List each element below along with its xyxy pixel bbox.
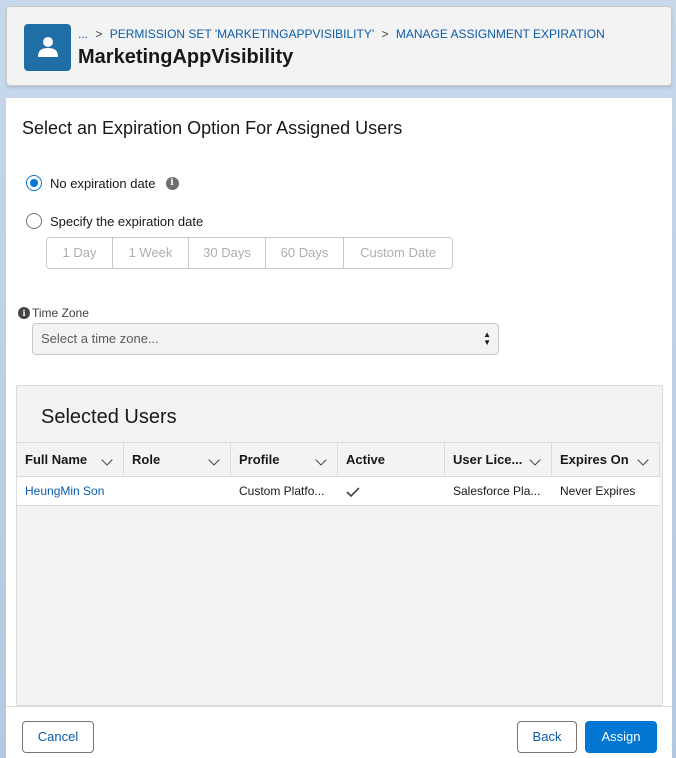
column-full-name[interactable]: Full Name — [17, 443, 124, 476]
cancel-button[interactable]: Cancel — [22, 721, 94, 753]
modal-footer: Cancel Back Assign — [6, 706, 672, 758]
breadcrumb: ... > PERMISSION SET 'MARKETINGAPPVISIBI… — [78, 27, 605, 41]
duration-30-days[interactable]: 30 Days — [189, 238, 266, 268]
expiration-heading: Select an Expiration Option For Assigned… — [22, 118, 403, 138]
selected-users-card: Selected Users Full Name Role Profile Ac… — [16, 385, 663, 706]
column-label: Full Name — [25, 452, 88, 467]
column-role[interactable]: Role — [124, 443, 231, 476]
duration-1-day[interactable]: 1 Day — [47, 238, 113, 268]
column-label: Active — [346, 452, 386, 467]
time-zone-select[interactable]: Select a time zone... ▲ ▼ — [32, 323, 499, 355]
breadcrumb-manage-expiration[interactable]: MANAGE ASSIGNMENT EXPIRATION — [396, 27, 605, 41]
checkmark-icon — [346, 487, 360, 497]
chevron-down-icon[interactable] — [101, 454, 113, 466]
no-expiration-radio[interactable] — [26, 175, 42, 191]
no-expiration-label: No expiration date — [50, 175, 156, 191]
time-zone-placeholder: Select a time zone... — [41, 331, 159, 346]
column-label: User Lice... — [453, 452, 523, 467]
cell-user-license: Salesforce Pla... — [453, 484, 541, 498]
back-button[interactable]: Back — [517, 721, 577, 753]
no-expiration-option[interactable]: No expiration date i — [26, 175, 179, 191]
column-label: Expires On — [560, 452, 629, 467]
table-row: HeungMin Son Custom Platfo... Salesforce… — [17, 477, 660, 506]
selected-users-title: Selected Users — [41, 406, 177, 428]
breadcrumb-separator: > — [381, 27, 389, 41]
time-zone-label-text: Time Zone — [32, 306, 89, 320]
cell-active — [338, 477, 445, 505]
column-user-license[interactable]: User Lice... — [445, 443, 552, 476]
info-icon[interactable]: i — [18, 307, 30, 319]
column-label: Profile — [239, 452, 280, 467]
assign-button[interactable]: Assign — [585, 721, 657, 753]
cell-profile: Custom Platfo... — [239, 484, 325, 498]
specify-expiration-label: Specify the expiration date — [50, 213, 204, 229]
select-arrows-icon: ▲ ▼ — [483, 330, 491, 347]
chevron-down-icon[interactable] — [315, 454, 327, 466]
column-expires-on[interactable]: Expires On — [552, 443, 660, 476]
column-active[interactable]: Active — [338, 443, 445, 476]
cell-expires-on: Never Expires — [560, 484, 636, 498]
selected-users-table: Full Name Role Profile Active User Lice.… — [17, 442, 660, 506]
chevron-down-icon[interactable] — [208, 454, 220, 466]
breadcrumb-separator: > — [95, 27, 103, 41]
column-label: Role — [132, 452, 161, 467]
specify-expiration-radio[interactable] — [26, 213, 42, 229]
chevron-down-icon[interactable] — [637, 454, 649, 466]
breadcrumb-permission-set[interactable]: PERMISSION SET 'MARKETINGAPPVISIBILITY' — [110, 27, 374, 41]
duration-1-week[interactable]: 1 Week — [113, 238, 189, 268]
breadcrumb-overflow[interactable]: ... — [78, 27, 88, 41]
expiration-panel: Select an Expiration Option For Assigned… — [6, 98, 672, 758]
duration-button-group: 1 Day 1 Week 30 Days 60 Days Custom Date — [46, 237, 453, 269]
time-zone-label: i Time Zone — [18, 306, 89, 320]
duration-custom-date[interactable]: Custom Date — [344, 238, 452, 268]
page-header: ... > PERMISSION SET 'MARKETINGAPPVISIBI… — [6, 6, 672, 86]
info-icon[interactable]: i — [165, 176, 179, 190]
table-header: Full Name Role Profile Active User Lice.… — [17, 442, 660, 477]
specify-expiration-option[interactable]: Specify the expiration date — [26, 213, 203, 229]
cell-full-name[interactable]: HeungMin Son — [17, 477, 124, 505]
cell-role — [124, 477, 231, 505]
duration-60-days[interactable]: 60 Days — [266, 238, 344, 268]
page-title: MarketingAppVisibility — [78, 46, 294, 68]
chevron-down-icon[interactable] — [529, 454, 541, 466]
column-profile[interactable]: Profile — [231, 443, 338, 476]
user-icon — [24, 24, 71, 71]
